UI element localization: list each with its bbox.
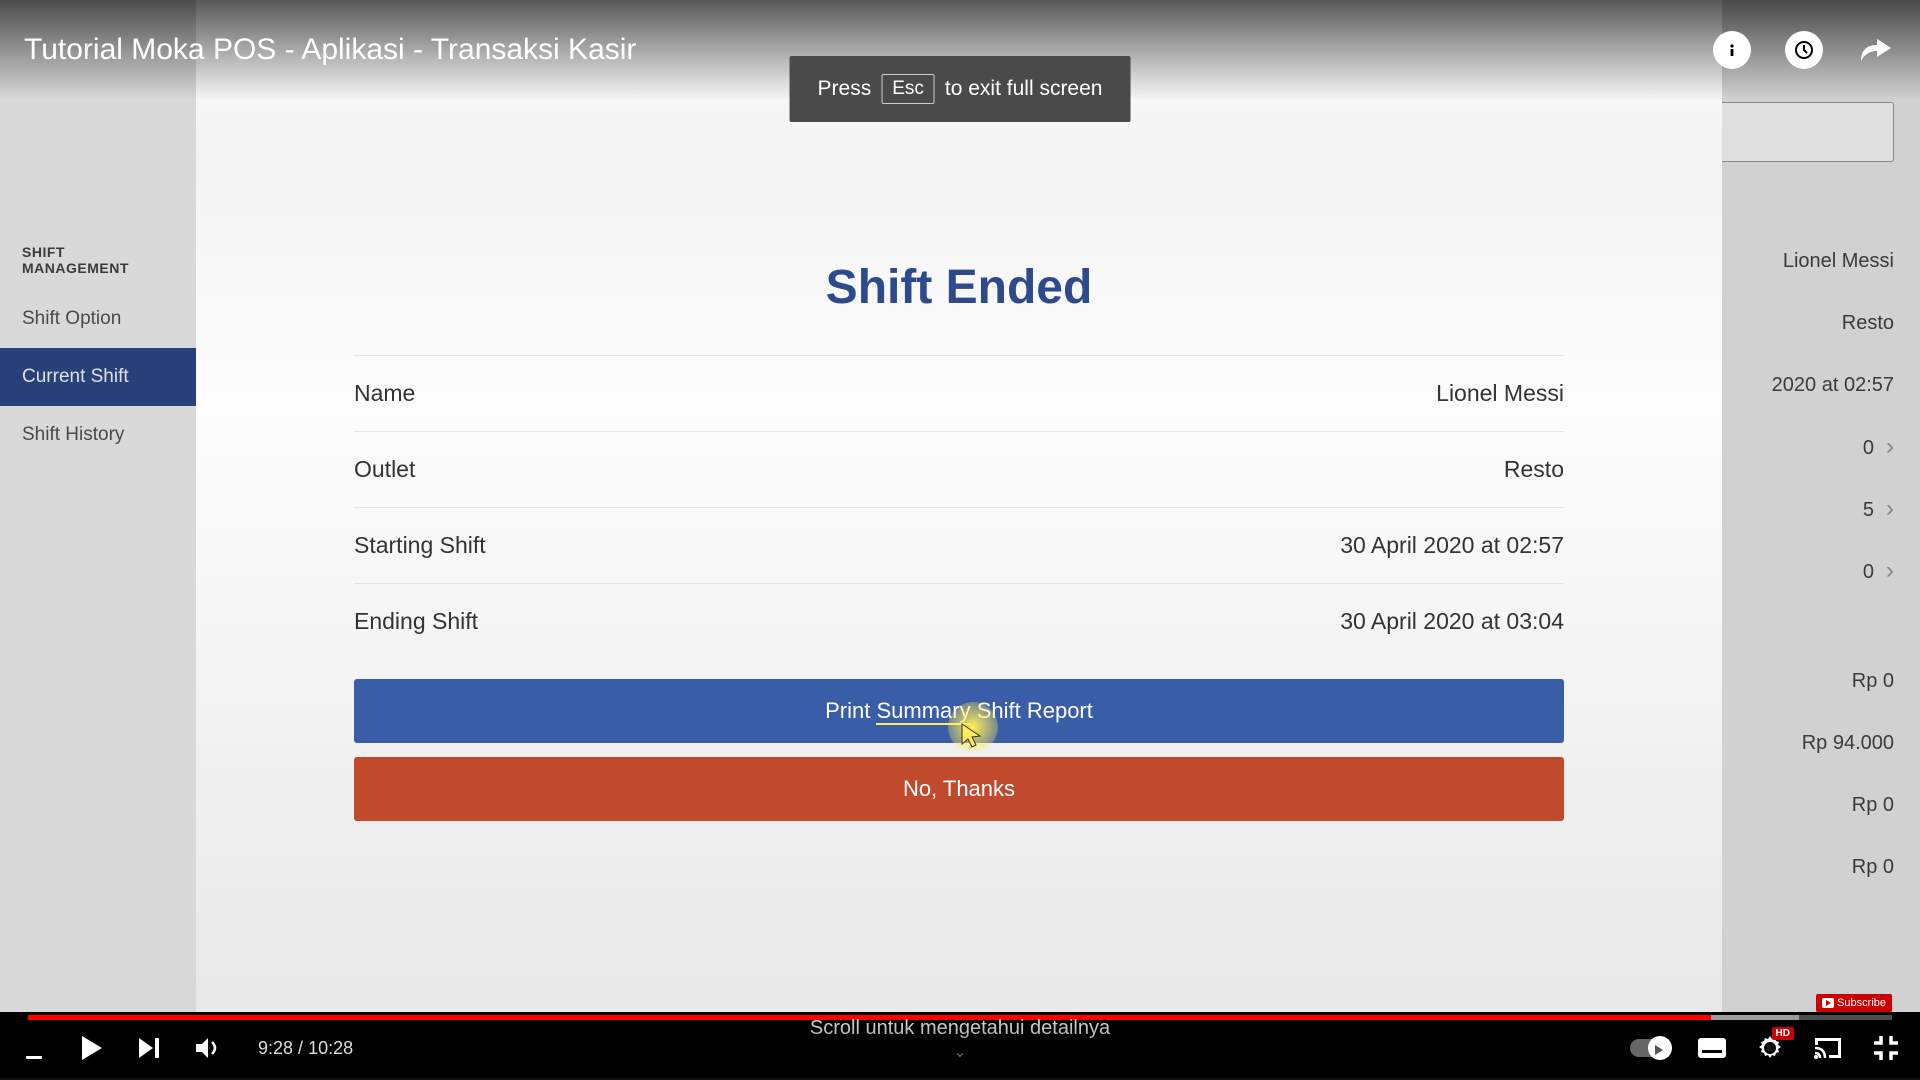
player-controls: 9:28 / 10:28 HD — [0, 1018, 1920, 1078]
settings-button[interactable]: HD — [1754, 1032, 1786, 1064]
name-value: Lionel Messi — [1436, 380, 1564, 407]
no-thanks-button[interactable]: No, Thanks — [354, 757, 1564, 821]
cast-icon — [1813, 1036, 1843, 1060]
sidebar-item-shift-history: Shift History — [0, 406, 196, 464]
captions-button[interactable] — [1696, 1032, 1728, 1064]
sidebar-item-current-shift: Current Shift — [0, 348, 196, 406]
autoplay-play-icon — [1648, 1040, 1668, 1060]
starting-value: 30 April 2020 at 02:57 — [1340, 532, 1564, 559]
bg-name: Lionel Messi — [1714, 230, 1894, 292]
share-button[interactable] — [1856, 30, 1896, 70]
next-icon — [137, 1036, 163, 1060]
modal-row-name: Name Lionel Messi — [354, 356, 1564, 432]
bg-row-0b: 0 — [1714, 540, 1894, 602]
bg-rp0c: Rp 0 — [1714, 836, 1894, 898]
outlet-label: Outlet — [354, 456, 415, 483]
chapters-button[interactable] — [18, 1035, 50, 1061]
sidebar-header: SHIFT MANAGEMENT — [0, 230, 196, 290]
modal-title: Shift Ended — [354, 260, 1564, 356]
captions-icon — [1697, 1037, 1727, 1059]
share-icon — [1859, 36, 1893, 64]
bg-rp94: Rp 94.000 — [1714, 712, 1894, 774]
sidebar-item-shift-option: Shift Option — [0, 290, 196, 348]
bg-outlet: Resto — [1714, 292, 1894, 354]
bg-row-0: 0 — [1714, 416, 1894, 478]
play-icon — [80, 1034, 104, 1062]
subscribe-badge[interactable]: Subscribe — [1816, 994, 1892, 1012]
exit-fullscreen-button[interactable] — [1870, 1032, 1902, 1064]
bg-input — [1714, 102, 1894, 162]
info-icon — [1713, 31, 1751, 69]
bg-row-5: 5 — [1714, 478, 1894, 540]
sidebar: SHIFT MANAGEMENT Shift Option Current Sh… — [0, 0, 196, 1012]
current-time: 9:28 — [258, 1038, 293, 1058]
ending-value: 30 April 2020 at 03:04 — [1340, 608, 1564, 635]
bg-time: 2020 at 02:57 — [1714, 354, 1894, 416]
toast-text-rest: to exit full screen — [945, 77, 1103, 101]
watch-later-button[interactable] — [1784, 30, 1824, 70]
bg-rp0a: Rp 0 — [1714, 650, 1894, 712]
youtube-icon — [1822, 998, 1834, 1008]
volume-icon — [194, 1036, 222, 1060]
info-button[interactable] — [1712, 30, 1752, 70]
subscribe-label: Subscribe — [1837, 997, 1886, 1009]
hd-badge: HD — [1772, 1027, 1794, 1040]
play-button[interactable] — [76, 1032, 108, 1064]
exit-fullscreen-toast: Press Esc to exit full screen — [790, 56, 1131, 122]
print-label-pre: Print — [825, 698, 876, 723]
autoplay-toggle[interactable] — [1630, 1039, 1670, 1057]
shift-ended-modal: Shift Ended Name Lionel Messi Outlet Res… — [196, 0, 1722, 1012]
time-display: 9:28 / 10:28 — [258, 1038, 353, 1059]
exit-fullscreen-icon — [1872, 1034, 1900, 1062]
outlet-value: Resto — [1504, 456, 1564, 483]
ending-label: Ending Shift — [354, 608, 478, 635]
bg-right-column: Lionel Messi Resto 2020 at 02:57 0 5 0 R… — [1714, 230, 1894, 898]
volume-button[interactable] — [192, 1032, 224, 1064]
starting-label: Starting Shift — [354, 532, 486, 559]
cast-button[interactable] — [1812, 1032, 1844, 1064]
clock-icon — [1785, 31, 1823, 69]
bg-rp0b: Rp 0 — [1714, 774, 1894, 836]
total-time: 10:28 — [308, 1038, 353, 1058]
video-title: Tutorial Moka POS - Aplikasi - Transaksi… — [24, 33, 636, 67]
next-button[interactable] — [134, 1032, 166, 1064]
modal-row-outlet: Outlet Resto — [354, 432, 1564, 508]
name-label: Name — [354, 380, 415, 407]
modal-row-ending: Ending Shift 30 April 2020 at 03:04 — [354, 584, 1564, 659]
esc-key-icon: Esc — [881, 74, 935, 104]
modal-row-starting: Starting Shift 30 April 2020 at 02:57 — [354, 508, 1564, 584]
cursor-icon — [960, 722, 982, 755]
toast-text-press: Press — [818, 77, 872, 101]
